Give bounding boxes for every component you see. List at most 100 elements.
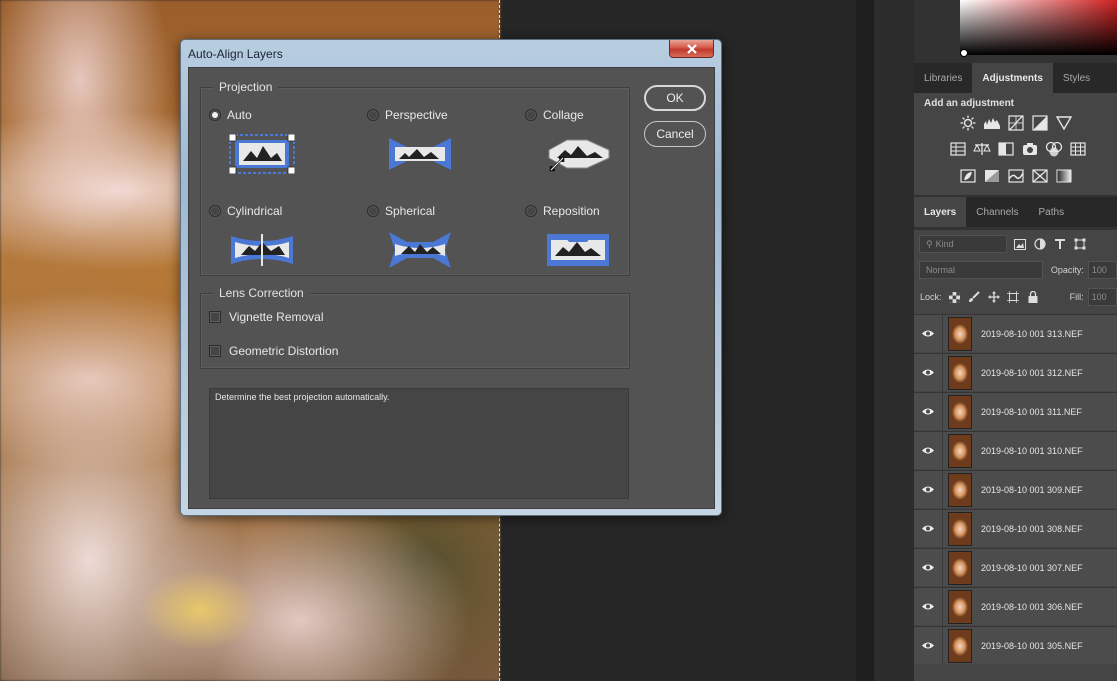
- color-balance-icon[interactable]: [973, 141, 991, 157]
- layer-name[interactable]: 2019-08-10 001 313.NEF: [981, 329, 1083, 339]
- layer-name[interactable]: 2019-08-10 001 310.NEF: [981, 446, 1083, 456]
- tab-paths[interactable]: Paths: [1029, 197, 1075, 227]
- visibility-eye-icon[interactable]: [914, 471, 942, 509]
- visibility-eye-icon[interactable]: [914, 549, 942, 587]
- color-lookup-icon[interactable]: [1069, 141, 1087, 157]
- layer-name[interactable]: 2019-08-10 001 307.NEF: [981, 563, 1083, 573]
- layer-row[interactable]: 2019-08-10 001 307.NEF: [914, 548, 1117, 587]
- collage-projection-icon[interactable]: [545, 134, 611, 174]
- layer-thumbnail: [948, 394, 972, 429]
- visibility-eye-icon[interactable]: [914, 588, 942, 626]
- levels-icon[interactable]: [983, 115, 1001, 131]
- ok-button[interactable]: OK: [644, 85, 706, 111]
- checkbox-geometric-distortion[interactable]: Geometric Distortion: [209, 344, 338, 358]
- opacity-label: Opacity:: [1050, 265, 1084, 275]
- color-picker-handle[interactable]: [960, 49, 968, 57]
- fill-field[interactable]: 100: [1087, 288, 1117, 306]
- lock-paint-icon[interactable]: [967, 290, 981, 304]
- radio-indicator: [209, 109, 221, 121]
- dialog-body: Projection Auto Perspective Collage Cyli…: [188, 67, 715, 509]
- visibility-eye-icon[interactable]: [914, 354, 942, 392]
- tab-layers[interactable]: Layers: [914, 197, 967, 227]
- radio-reposition[interactable]: Reposition: [525, 204, 600, 218]
- spherical-projection-icon[interactable]: [387, 230, 453, 270]
- vibrance-icon[interactable]: [1055, 115, 1073, 131]
- cancel-button[interactable]: Cancel: [644, 121, 706, 147]
- visibility-eye-icon[interactable]: [914, 627, 942, 665]
- filter-kind-select[interactable]: ⚲ Kind: [919, 235, 1007, 253]
- row-divider: [942, 353, 943, 392]
- visibility-eye-icon[interactable]: [914, 432, 942, 470]
- image-filter-icon[interactable]: [1013, 237, 1027, 251]
- exposure-icon[interactable]: [1031, 115, 1049, 131]
- filter-kind-label: Kind: [935, 239, 954, 249]
- channel-mixer-icon[interactable]: [1045, 141, 1063, 157]
- visibility-eye-icon[interactable]: [914, 393, 942, 431]
- tab-libraries[interactable]: Libraries: [914, 63, 972, 93]
- lock-row: Lock: Fill: 100: [914, 284, 1117, 310]
- blend-mode-select[interactable]: Normal: [919, 261, 1043, 279]
- threshold-icon[interactable]: [1007, 168, 1025, 184]
- layer-row[interactable]: 2019-08-10 001 313.NEF: [914, 314, 1117, 353]
- layer-thumbnail: [948, 355, 972, 390]
- brightness-icon[interactable]: [959, 115, 977, 131]
- layer-thumbnail: [948, 550, 972, 585]
- layer-name[interactable]: 2019-08-10 001 311.NEF: [981, 407, 1082, 417]
- panel-divider: [856, 0, 874, 681]
- perspective-projection-icon[interactable]: [387, 134, 453, 174]
- visibility-eye-icon[interactable]: [914, 510, 942, 548]
- layer-row[interactable]: 2019-08-10 001 305.NEF: [914, 626, 1117, 665]
- layer-row[interactable]: 2019-08-10 001 309.NEF: [914, 470, 1117, 509]
- tab-styles[interactable]: Styles: [1053, 63, 1100, 93]
- tab-channels[interactable]: Channels: [966, 197, 1028, 227]
- reposition-projection-icon[interactable]: [545, 230, 611, 270]
- cylindrical-projection-icon[interactable]: [229, 230, 295, 270]
- layer-thumbnail: [948, 511, 972, 546]
- row-divider: [942, 548, 943, 587]
- checkbox-indicator: [209, 345, 221, 357]
- row-divider: [942, 470, 943, 509]
- adjustment-filter-icon[interactable]: [1033, 237, 1047, 251]
- description-box: Determine the best projection automatica…: [209, 388, 629, 499]
- shape-filter-icon[interactable]: [1073, 237, 1087, 251]
- layer-row[interactable]: 2019-08-10 001 310.NEF: [914, 431, 1117, 470]
- radio-indicator: [367, 205, 379, 217]
- type-filter-icon[interactable]: [1053, 237, 1067, 251]
- auto-projection-icon[interactable]: [229, 134, 295, 174]
- opacity-field[interactable]: 100: [1087, 261, 1117, 279]
- gradient-map-icon[interactable]: [1055, 168, 1073, 184]
- photo-filter-icon[interactable]: [1021, 141, 1039, 157]
- radio-perspective[interactable]: Perspective: [367, 108, 448, 122]
- hue-saturation-icon[interactable]: [949, 141, 967, 157]
- lock-move-icon[interactable]: [987, 290, 1001, 304]
- radio-spherical[interactable]: Spherical: [367, 204, 435, 218]
- layer-row[interactable]: 2019-08-10 001 308.NEF: [914, 509, 1117, 548]
- radio-cylindrical[interactable]: Cylindrical: [209, 204, 282, 218]
- checkbox-vignette-removal[interactable]: Vignette Removal: [209, 310, 324, 324]
- invert-icon[interactable]: [959, 168, 977, 184]
- color-picker-field[interactable]: [960, 0, 1117, 55]
- close-button[interactable]: [669, 40, 714, 58]
- layer-name[interactable]: 2019-08-10 001 309.NEF: [981, 485, 1083, 495]
- radio-perspective-label: Perspective: [385, 108, 448, 122]
- lock-artboard-icon[interactable]: [1006, 290, 1020, 304]
- posterize-icon[interactable]: [983, 168, 1001, 184]
- layer-name[interactable]: 2019-08-10 001 306.NEF: [981, 602, 1083, 612]
- black-white-icon[interactable]: [997, 141, 1015, 157]
- radio-auto[interactable]: Auto: [209, 108, 252, 122]
- lock-all-icon[interactable]: [1026, 290, 1040, 304]
- fill-label: Fill:: [1069, 292, 1084, 302]
- layer-name[interactable]: 2019-08-10 001 305.NEF: [981, 641, 1083, 651]
- layer-row[interactable]: 2019-08-10 001 312.NEF: [914, 353, 1117, 392]
- vignette-removal-label: Vignette Removal: [229, 310, 324, 324]
- curves-icon[interactable]: [1007, 115, 1025, 131]
- lock-transparent-icon[interactable]: [948, 290, 962, 304]
- visibility-eye-icon[interactable]: [914, 315, 942, 353]
- tab-adjustments[interactable]: Adjustments: [972, 63, 1053, 93]
- radio-collage[interactable]: Collage: [525, 108, 584, 122]
- selective-color-icon[interactable]: [1031, 168, 1049, 184]
- layer-row[interactable]: 2019-08-10 001 311.NEF: [914, 392, 1117, 431]
- layer-row[interactable]: 2019-08-10 001 306.NEF: [914, 587, 1117, 626]
- layer-name[interactable]: 2019-08-10 001 308.NEF: [981, 524, 1083, 534]
- layer-name[interactable]: 2019-08-10 001 312.NEF: [981, 368, 1083, 378]
